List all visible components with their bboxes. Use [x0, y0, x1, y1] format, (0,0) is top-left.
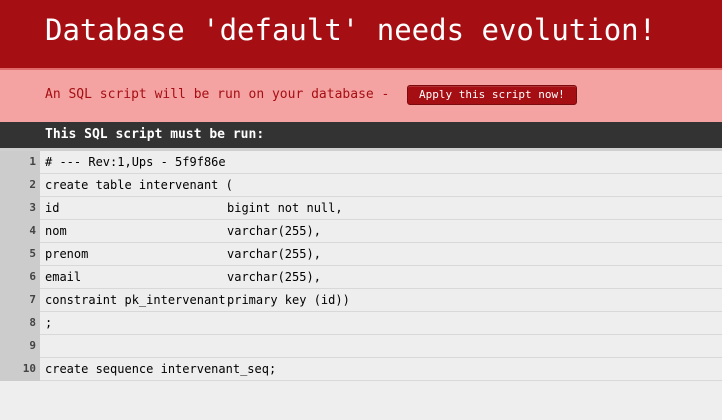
evolution-header: Database 'default' needs evolution! [0, 0, 722, 68]
code-line: 5 prenom varchar(255), [0, 243, 722, 266]
sql-code-block: 1 # --- Rev:1,Ups - 5f9f86e 2 create tab… [0, 151, 722, 381]
apply-notice-bar: An SQL script will be run on your databa… [0, 68, 722, 122]
line-number: 10 [0, 358, 40, 381]
code-text: # --- Rev:1,Ups - 5f9f86e [45, 155, 226, 169]
code-text: email [45, 270, 82, 284]
code-text: prenom [45, 247, 89, 261]
code-line: 9 [0, 335, 722, 358]
script-title: This SQL script must be run: [45, 127, 265, 142]
code-line: 2 create table intervenant ( [0, 174, 722, 197]
code-text-col2: bigint not null, [227, 201, 343, 215]
line-number: 5 [0, 243, 40, 266]
page-title: Database 'default' needs evolution! [45, 13, 657, 47]
line-number: 6 [0, 266, 40, 289]
code-line: 7 constraint pk_intervenant primary key … [0, 289, 722, 312]
line-number: 4 [0, 220, 40, 243]
code-text: nom [45, 224, 67, 238]
notice-message: An SQL script will be run on your databa… [45, 87, 390, 102]
line-number: 3 [0, 197, 40, 220]
code-text-col2: primary key (id)) [227, 293, 350, 307]
line-number: 9 [0, 335, 40, 358]
code-text-col2: varchar(255), [227, 270, 321, 284]
code-text: create sequence intervenant_seq; [45, 362, 277, 376]
code-line: 10 create sequence intervenant_seq; [0, 358, 722, 381]
code-text: create table intervenant ( [45, 178, 233, 192]
code-line: 1 # --- Rev:1,Ups - 5f9f86e [0, 151, 722, 174]
script-header: This SQL script must be run: [0, 122, 722, 148]
line-number: 1 [0, 151, 40, 174]
line-number: 8 [0, 312, 40, 335]
code-text-col2: varchar(255), [227, 247, 321, 261]
apply-script-button[interactable]: Apply this script now! [407, 85, 577, 105]
code-line: 8 ; [0, 312, 722, 335]
line-number: 2 [0, 174, 40, 197]
code-text: ; [45, 316, 53, 330]
code-text-col2: varchar(255), [227, 224, 321, 238]
line-number: 7 [0, 289, 40, 312]
code-line: 4 nom varchar(255), [0, 220, 722, 243]
code-line: 3 id bigint not null, [0, 197, 722, 220]
code-line: 6 email varchar(255), [0, 266, 722, 289]
code-text: constraint pk_intervenant [45, 293, 226, 307]
code-text: id [45, 201, 60, 215]
